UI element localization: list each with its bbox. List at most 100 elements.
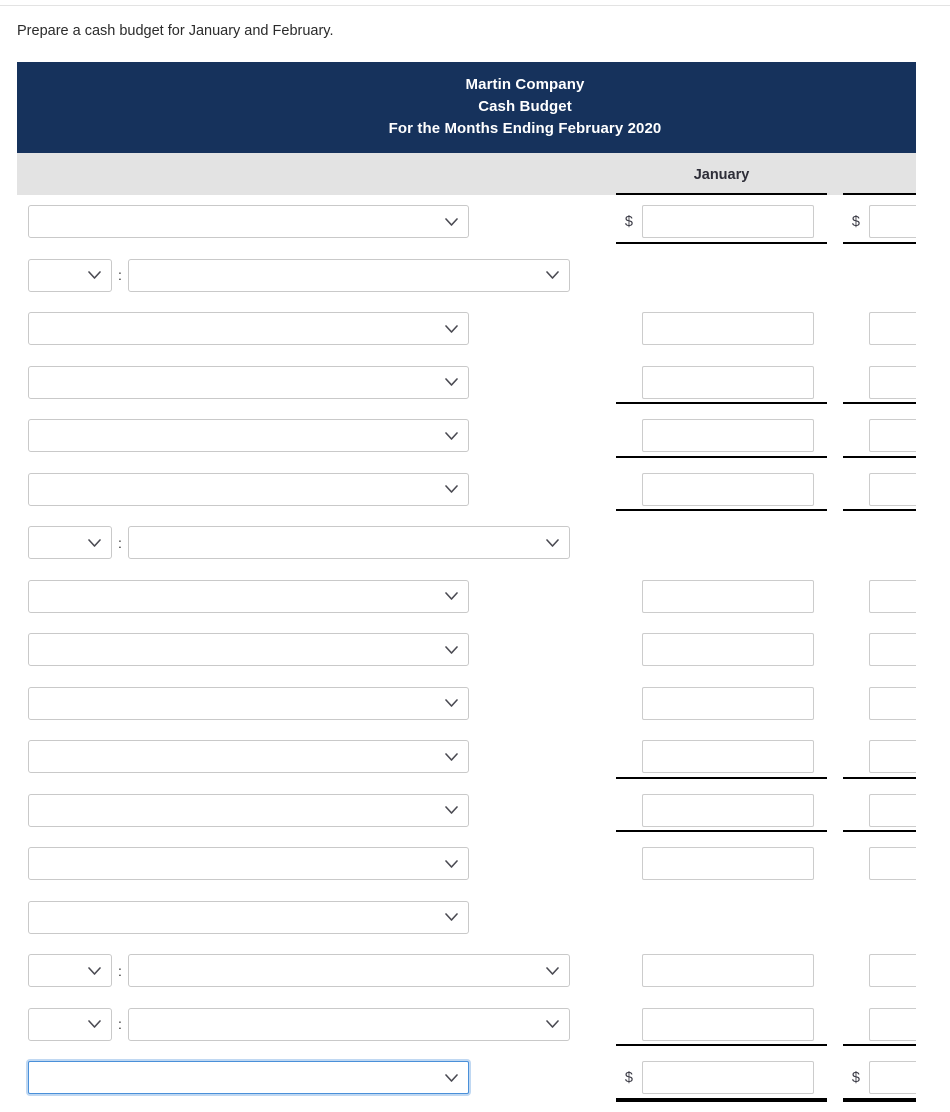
row-label-cell xyxy=(28,784,469,838)
amount-rule-feb xyxy=(843,455,916,458)
chevron-down-icon xyxy=(445,378,458,387)
amount-input-jan-4[interactable] xyxy=(642,419,814,453)
row-label-cell: : xyxy=(28,249,570,303)
row-label-cell xyxy=(28,1051,469,1105)
cash-budget-table-viewport: Martin Company Cash Budget For the Month… xyxy=(17,62,916,1112)
amount-input-feb-2[interactable] xyxy=(869,312,916,346)
row-label-cell xyxy=(28,570,469,624)
table-row: : xyxy=(17,944,916,998)
amount-rule-feb xyxy=(843,509,916,511)
row-label-select-4[interactable] xyxy=(28,419,469,453)
table-row: : xyxy=(17,998,916,1052)
amount-cell-feb xyxy=(843,570,916,624)
colon-separator: : xyxy=(118,534,122,551)
colon-separator: : xyxy=(118,962,122,979)
amount-cell-feb xyxy=(843,784,916,838)
amount-input-jan-16[interactable] xyxy=(642,1061,814,1095)
amount-input-feb-14[interactable] xyxy=(869,954,916,988)
amount-input-feb-8[interactable] xyxy=(869,633,916,667)
chevron-down-icon xyxy=(445,324,458,333)
row-prefix-select-15[interactable] xyxy=(28,1007,112,1041)
amount-cell-feb xyxy=(843,677,916,731)
amount-input-jan-10[interactable] xyxy=(642,740,814,774)
amount-input-jan-5[interactable] xyxy=(642,472,814,506)
row-label-select-16[interactable] xyxy=(28,1061,469,1095)
amount-input-jan-0[interactable] xyxy=(642,205,814,239)
company-name: Martin Company xyxy=(465,76,585,93)
amount-cell-jan xyxy=(616,570,827,624)
row-label-select-0[interactable] xyxy=(28,205,469,239)
amount-rule-jan xyxy=(616,455,827,458)
row-label-cell: : xyxy=(28,998,570,1052)
row-label-select-15[interactable] xyxy=(128,1007,570,1041)
amount-input-jan-2[interactable] xyxy=(642,312,814,346)
amount-input-jan-9[interactable] xyxy=(642,686,814,720)
row-label-cell xyxy=(28,463,469,517)
amount-rule-jan xyxy=(616,1097,827,1102)
amount-input-jan-14[interactable] xyxy=(642,954,814,988)
chevron-down-icon xyxy=(445,485,458,494)
row-prefix-select-6[interactable] xyxy=(28,526,112,560)
colon-separator: : xyxy=(118,267,122,284)
row-label-select-11[interactable] xyxy=(28,793,469,827)
amount-cell-jan xyxy=(616,677,827,731)
amount-input-feb-10[interactable] xyxy=(869,740,916,774)
worksheet-page: Prepare a cash budget for January and Fe… xyxy=(0,0,950,1112)
table-row xyxy=(17,677,916,731)
row-prefix-select-14[interactable] xyxy=(28,954,112,988)
row-label-cell: : xyxy=(28,516,570,570)
amount-input-jan-3[interactable] xyxy=(642,365,814,399)
amount-input-jan-12[interactable] xyxy=(642,847,814,881)
amount-input-feb-9[interactable] xyxy=(869,686,916,720)
amount-input-jan-15[interactable] xyxy=(642,1007,814,1041)
amount-input-feb-12[interactable] xyxy=(869,847,916,881)
amount-input-jan-11[interactable] xyxy=(642,793,814,827)
row-label-cell xyxy=(28,677,469,731)
amount-cell-jan xyxy=(616,944,827,998)
chevron-down-icon xyxy=(445,645,458,654)
amount-input-feb-15[interactable] xyxy=(869,1007,916,1041)
amount-cell-jan: $ xyxy=(616,195,827,249)
row-label-cell xyxy=(28,623,469,677)
amount-input-jan-8[interactable] xyxy=(642,633,814,667)
column-header-february: February xyxy=(843,153,916,195)
row-label-select-14[interactable] xyxy=(128,954,570,988)
table-body: $ $:::: $ $ xyxy=(17,195,916,1105)
row-label-select-3[interactable] xyxy=(28,365,469,399)
table-row xyxy=(17,570,916,624)
amount-input-feb-3[interactable] xyxy=(869,365,916,399)
amount-cell-feb xyxy=(843,730,916,784)
row-label-cell xyxy=(28,409,469,463)
amount-input-feb-11[interactable] xyxy=(869,793,916,827)
row-label-select-10[interactable] xyxy=(28,740,469,774)
row-label-select-2[interactable] xyxy=(28,312,469,346)
row-label-select-6[interactable] xyxy=(128,526,570,560)
row-label-select-7[interactable] xyxy=(28,579,469,613)
row-label-cell xyxy=(28,891,469,945)
amount-cell-feb xyxy=(843,998,916,1052)
dollar-sign: $ xyxy=(624,1069,633,1086)
amount-rule-jan xyxy=(616,830,827,832)
row-label-select-8[interactable] xyxy=(28,633,469,667)
amount-input-jan-7[interactable] xyxy=(642,579,814,613)
amount-cell-feb xyxy=(843,944,916,998)
amount-input-feb-5[interactable] xyxy=(869,472,916,506)
chevron-down-icon xyxy=(546,538,559,547)
row-label-select-9[interactable] xyxy=(28,686,469,720)
row-label-select-5[interactable] xyxy=(28,472,469,506)
amount-input-feb-4[interactable] xyxy=(869,419,916,453)
row-prefix-select-1[interactable] xyxy=(28,258,112,292)
chevron-down-icon xyxy=(445,699,458,708)
row-label-select-1[interactable] xyxy=(128,258,570,292)
cash-budget-table: Martin Company Cash Budget For the Month… xyxy=(17,62,916,1105)
row-label-select-13[interactable] xyxy=(28,900,469,934)
amount-input-feb-7[interactable] xyxy=(869,579,916,613)
row-label-cell xyxy=(28,730,469,784)
chevron-down-icon xyxy=(445,859,458,868)
amount-rule-feb xyxy=(843,776,916,779)
amount-cell-jan xyxy=(616,623,827,677)
amount-input-feb-16[interactable] xyxy=(869,1061,916,1095)
amount-input-feb-0[interactable] xyxy=(869,205,916,239)
amount-cell-feb xyxy=(843,409,916,463)
row-label-select-12[interactable] xyxy=(28,847,469,881)
